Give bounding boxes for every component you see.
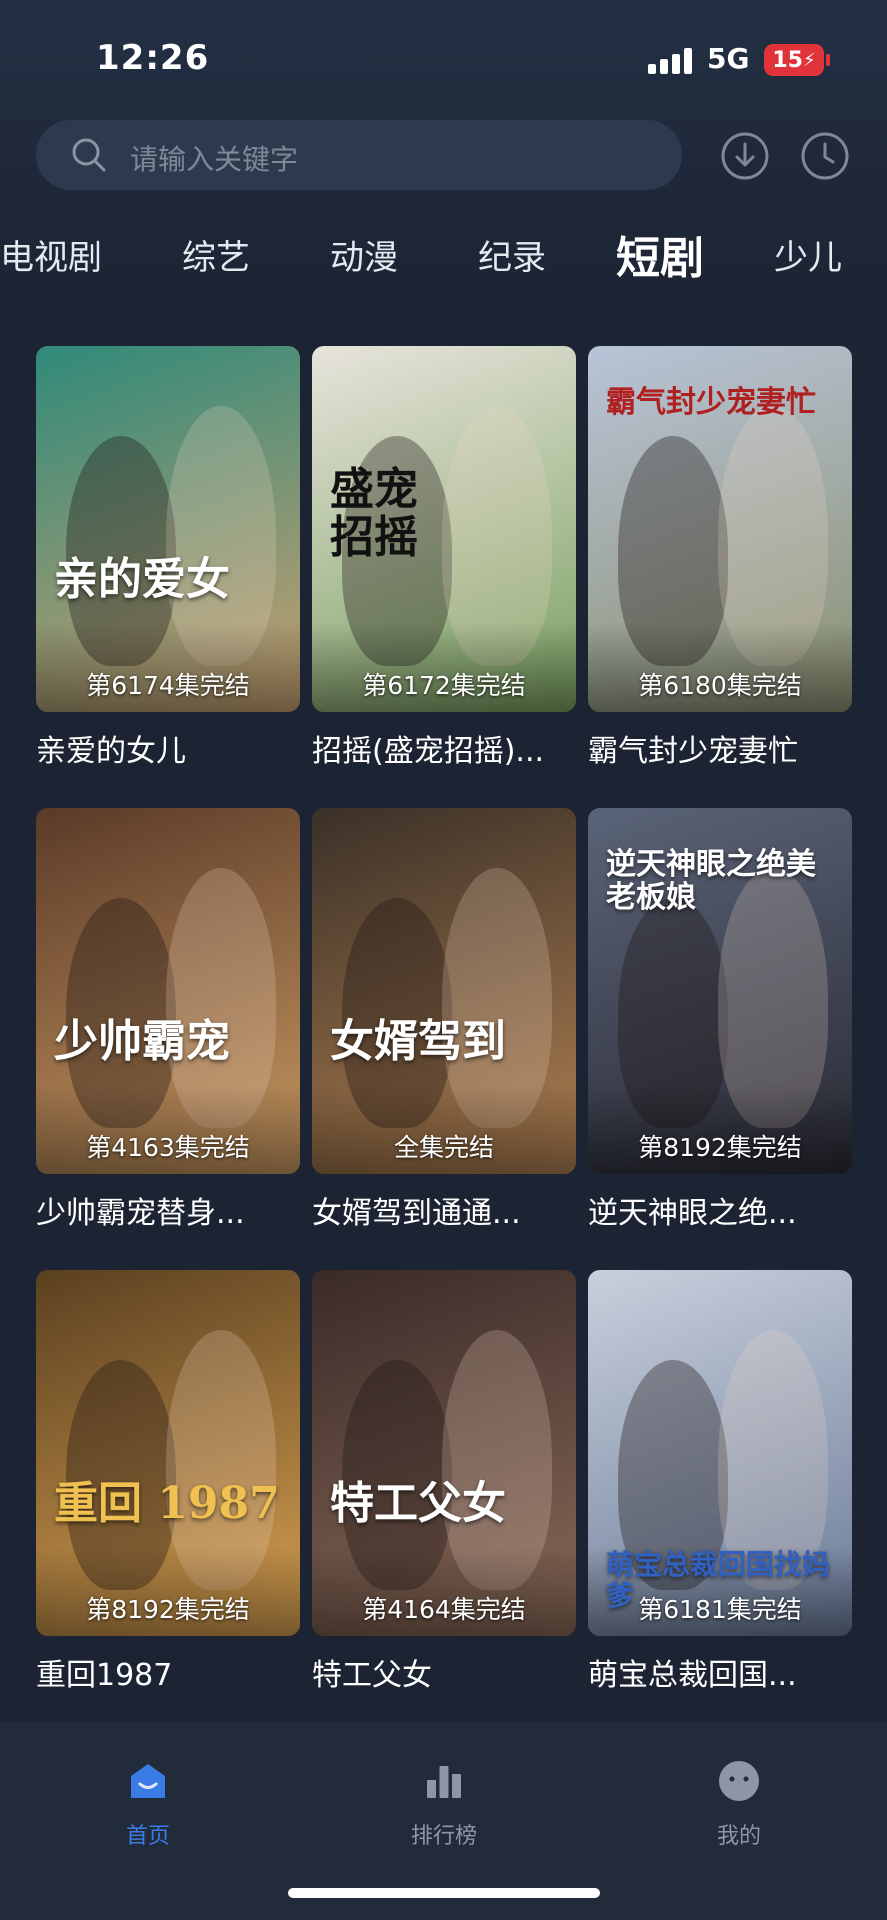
- episode-badge: 第6174集完结: [86, 671, 250, 700]
- nav-profile-label: 我的: [716, 1824, 761, 1849]
- download-icon[interactable]: [720, 131, 770, 181]
- home-indicator: [288, 1888, 600, 1898]
- drama-title[interactable]: 招摇(盛宠招摇)...: [312, 726, 576, 770]
- episode-badge: 第6172集完结: [362, 671, 526, 700]
- nav-home[interactable]: 首页: [78, 1758, 218, 1850]
- episode-badge: 第4164集完结: [362, 1595, 526, 1624]
- poster-title-art: 逆天神眼之绝美老板娘: [606, 847, 816, 915]
- poster-title-art: 霸气封少宠妻忙: [606, 385, 816, 420]
- drama-title[interactable]: 逆天神眼之绝...: [588, 1188, 852, 1232]
- profile-icon: [719, 1761, 759, 1801]
- episode-badge: 全集完结: [393, 1133, 494, 1162]
- drama-title[interactable]: 霸气封少宠妻忙: [588, 726, 852, 770]
- battery-level: 15: [772, 47, 803, 73]
- poster-title-art: 盛宠招摇: [330, 464, 418, 564]
- drama-poster[interactable]: 盛宠招摇第6172集完结: [312, 346, 576, 712]
- episode-badge: 第8192集完结: [86, 1595, 250, 1624]
- drama-poster[interactable]: 萌宝总裁回国找妈爹 第6181集完结: [588, 1270, 852, 1636]
- poster-title-art: 重回 1987: [54, 1478, 280, 1529]
- ranking-icon: [427, 1766, 461, 1798]
- drama-title[interactable]: 萌宝总裁回国...: [588, 1650, 852, 1694]
- drama-poster[interactable]: 少帅霸宠第4163集完结: [36, 808, 300, 1174]
- battery-nub: [826, 54, 830, 66]
- battery-icon: 15 ⚡: [764, 44, 824, 76]
- drama-poster[interactable]: 亲的爱女第6174集完结: [36, 346, 300, 712]
- episode-badge: 第4163集完结: [86, 1133, 250, 1162]
- episode-badge: 第6180集完结: [638, 671, 802, 700]
- drama-poster[interactable]: 逆天神眼之绝美老板娘第8192集完结: [588, 808, 852, 1174]
- search-bar[interactable]: 请输入关键字: [36, 120, 682, 190]
- history-icon[interactable]: [800, 131, 850, 181]
- tab-tv[interactable]: 电视剧: [0, 230, 102, 279]
- poster-title-art: 女婿驾到: [330, 1016, 506, 1067]
- poster-title-art: 特工父女: [330, 1478, 506, 1529]
- poster-title-art: 少帅霸宠: [54, 1016, 230, 1067]
- episode-badge: 第8192集完结: [638, 1133, 802, 1162]
- network-type: 5G: [707, 42, 750, 75]
- home-icon: [131, 1764, 165, 1798]
- nav-home-label: 首页: [125, 1824, 170, 1849]
- drama-title[interactable]: 女婿驾到通通...: [312, 1188, 576, 1232]
- nav-ranking-label: 排行榜: [410, 1824, 477, 1849]
- signal-icon: [648, 48, 693, 74]
- tab-documentary[interactable]: 纪录: [478, 230, 546, 279]
- drama-poster[interactable]: 霸气封少宠妻忙第6180集完结: [588, 346, 852, 712]
- tab-kids[interactable]: 少儿: [774, 230, 842, 279]
- poster-title-art: 亲的爱女: [54, 554, 230, 605]
- tab-short-drama[interactable]: 短剧: [616, 222, 704, 286]
- status-bar: 12:26 5G 15 ⚡: [0, 0, 887, 110]
- category-tabs: 电视剧 综艺 动漫 纪录 短剧 少儿: [0, 222, 887, 286]
- drama-title[interactable]: 少帅霸宠替身...: [36, 1188, 300, 1232]
- tab-anime[interactable]: 动漫: [330, 230, 398, 279]
- search-input[interactable]: 请输入关键字: [130, 138, 298, 178]
- drama-poster[interactable]: 特工父女第4164集完结: [312, 1270, 576, 1636]
- drama-poster[interactable]: 重回 1987 第8192集完结: [36, 1270, 300, 1636]
- tab-variety[interactable]: 综艺: [182, 230, 250, 279]
- nav-ranking[interactable]: 排行榜: [374, 1758, 514, 1850]
- drama-title[interactable]: 亲爱的女儿: [36, 726, 300, 770]
- episode-badge: 第6181集完结: [638, 1595, 802, 1624]
- drama-title[interactable]: 重回1987: [36, 1650, 300, 1694]
- drama-title[interactable]: 特工父女: [312, 1650, 576, 1694]
- search-icon: [72, 138, 106, 172]
- drama-poster[interactable]: 女婿驾到全集完结: [312, 808, 576, 1174]
- nav-profile[interactable]: 我的: [669, 1758, 809, 1850]
- status-time: 12:26: [96, 38, 210, 78]
